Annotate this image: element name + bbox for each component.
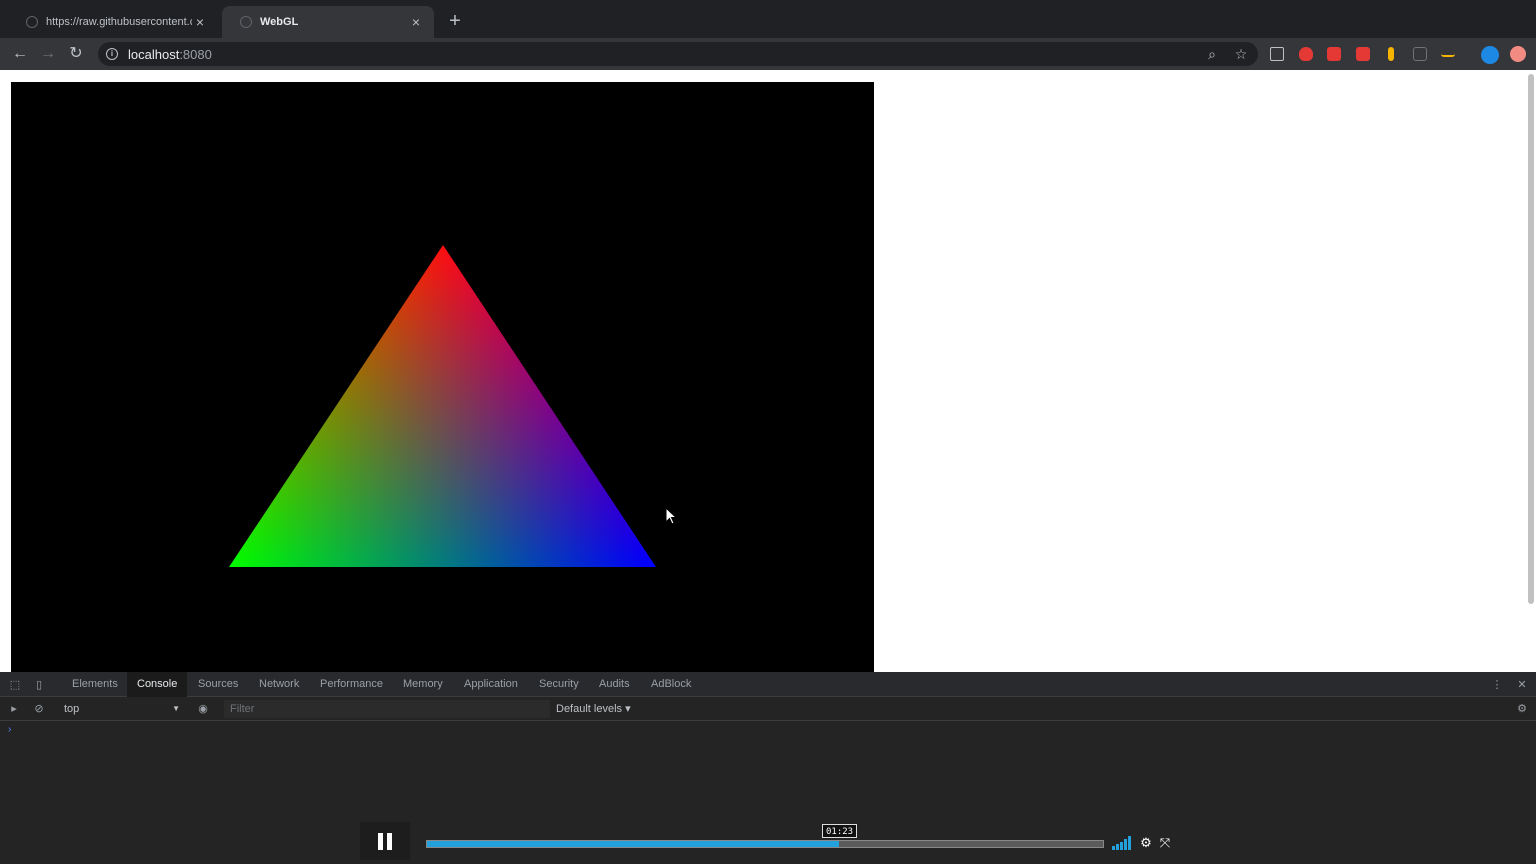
- page-scrollbar[interactable]: [1528, 74, 1534, 604]
- triangle-render: [229, 245, 656, 567]
- tab-strip: https://raw.githubusercontent.co × WebGL…: [0, 0, 1536, 38]
- extension-gray-icon[interactable]: [1413, 47, 1427, 61]
- profile-avatar-icon[interactable]: [1481, 46, 1499, 64]
- extension-pen-icon[interactable]: [1441, 49, 1455, 57]
- pause-button[interactable]: [360, 822, 410, 860]
- extension-icon[interactable]: [1270, 47, 1284, 61]
- url-port: :8080: [179, 46, 212, 62]
- inspect-element-icon[interactable]: ⬚: [8, 678, 22, 692]
- dropdown-arrow-icon: ▼: [172, 704, 180, 713]
- devtools-tab-sources[interactable]: Sources: [188, 672, 248, 697]
- extension-yellow-icon[interactable]: [1388, 47, 1394, 61]
- mouse-cursor-icon: [665, 507, 678, 525]
- tab-title: https://raw.githubusercontent.co: [46, 16, 192, 28]
- volume-icon[interactable]: [1112, 836, 1132, 850]
- pause-bar-icon: [387, 832, 392, 850]
- tab-close-icon[interactable]: ×: [408, 14, 424, 30]
- devtools-tab-security[interactable]: Security: [529, 672, 589, 697]
- console-prompt[interactable]: ›: [8, 724, 11, 735]
- browser-toolbar: ← → ↻ i localhost:8080 ⌕ ☆: [0, 38, 1536, 70]
- fullscreen-icon[interactable]: ⤧: [1157, 835, 1173, 851]
- tab-close-icon[interactable]: ×: [192, 14, 208, 30]
- extension-red-icon[interactable]: [1327, 47, 1341, 61]
- globe-icon: [240, 16, 252, 28]
- seek-bar[interactable]: [426, 840, 1104, 848]
- devtools-tab-elements[interactable]: Elements: [62, 672, 128, 697]
- timecode-tooltip: 01:23: [822, 824, 858, 838]
- devtools-tab-console[interactable]: Console: [127, 672, 188, 697]
- info-icon[interactable]: i: [106, 48, 118, 60]
- devtools-tab-adblock[interactable]: AdBlock: [641, 672, 701, 697]
- devtools-tab-memory[interactable]: Memory: [393, 672, 453, 697]
- bookmark-star-icon[interactable]: ☆: [1232, 45, 1250, 63]
- forward-icon[interactable]: →: [38, 44, 58, 64]
- tab-title: WebGL: [260, 16, 299, 28]
- video-player-controls: 01:23 ⚙ ⤧: [360, 822, 1180, 862]
- console-settings-gear-icon[interactable]: ⚙: [1515, 702, 1529, 716]
- show-sidebar-icon[interactable]: ▸: [7, 702, 21, 716]
- console-toolbar: ▸ ⊘ top ▼ ◉ Filter Default levels ▾ ⚙: [0, 697, 1536, 721]
- zoom-icon[interactable]: ⌕: [1203, 45, 1221, 63]
- reload-icon[interactable]: ↻: [66, 44, 86, 64]
- account-icon[interactable]: [1510, 46, 1526, 62]
- settings-gear-icon[interactable]: ⚙: [1138, 835, 1154, 851]
- url-host: localhost: [128, 46, 180, 62]
- pause-bar-icon: [378, 832, 383, 850]
- seek-progress: [427, 841, 840, 847]
- device-toolbar-icon[interactable]: ▯: [32, 678, 46, 692]
- devtools-tab-bar: ⬚ ▯ Elements Console Sources Network Per…: [0, 672, 1536, 697]
- close-devtools-icon[interactable]: ✕: [1515, 678, 1529, 692]
- address-bar[interactable]: i localhost:8080: [98, 42, 1258, 66]
- devtools-tab-network[interactable]: Network: [249, 672, 309, 697]
- globe-icon: [26, 16, 38, 28]
- youtube-extension-icon[interactable]: [1356, 47, 1370, 61]
- devtools-tab-audits[interactable]: Audits: [589, 672, 640, 697]
- console-filter-input[interactable]: Filter: [224, 700, 550, 718]
- log-levels-dropdown[interactable]: Default levels ▾: [556, 700, 631, 718]
- back-icon[interactable]: ←: [10, 44, 30, 64]
- webgl-canvas[interactable]: [11, 82, 874, 672]
- devtools-tab-application[interactable]: Application: [454, 672, 528, 697]
- devtools-tab-performance[interactable]: Performance: [310, 672, 393, 697]
- more-options-icon[interactable]: ⋮: [1490, 678, 1504, 692]
- new-tab-button[interactable]: +: [446, 10, 464, 32]
- tab-github[interactable]: https://raw.githubusercontent.co ×: [8, 6, 218, 38]
- tab-webgl[interactable]: WebGL ×: [222, 6, 434, 38]
- adblock-icon[interactable]: [1299, 47, 1313, 61]
- clear-console-icon[interactable]: ⊘: [32, 702, 46, 716]
- context-value: top: [64, 703, 80, 715]
- page-viewport: [0, 70, 1536, 672]
- live-expression-eye-icon[interactable]: ◉: [196, 702, 210, 716]
- context-selector[interactable]: top ▼: [56, 700, 184, 718]
